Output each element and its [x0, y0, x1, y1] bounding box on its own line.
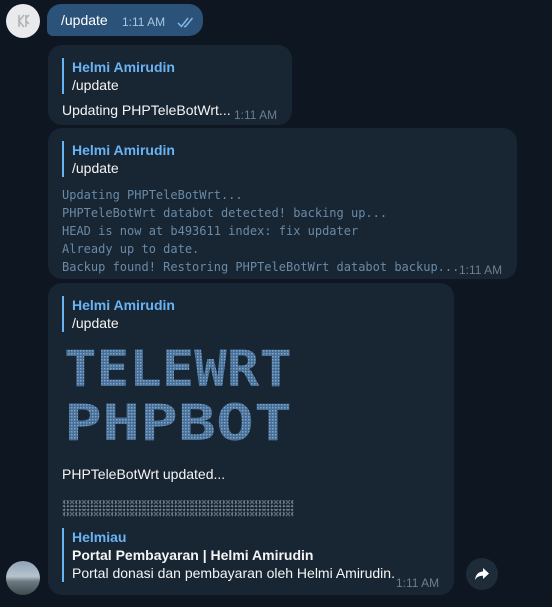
reply-quote[interactable]: Helmi Amirudin /update	[62, 141, 175, 177]
link-preview[interactable]: Helmiau Portal Pembayaran | Helmi Amirud…	[62, 528, 402, 582]
ascii-art-line: TELEWRT	[64, 340, 292, 398]
message-text: PHPTeleBotWrt updated...	[62, 466, 226, 482]
outgoing-message[interactable]: /update 1:11 AM	[47, 4, 203, 36]
bot-avatar[interactable]	[6, 4, 40, 38]
outgoing-time: 1:11 AM	[122, 15, 166, 29]
code-line: HEAD is now at b493611 index: fix update…	[62, 224, 359, 238]
preview-site-name: Helmiau	[72, 529, 127, 545]
reply-quote[interactable]: Helmi Amirudin /update	[62, 58, 175, 94]
message-bubble[interactable]: Helmi Amirudin /update Updating PHPTeleB…	[48, 128, 517, 279]
outgoing-text: /update	[61, 12, 108, 28]
code-block: Updating PHPTeleBotWrt... PHPTeleBotWrt d…	[62, 186, 459, 276]
double-check-icon	[177, 17, 194, 28]
sender-avatar[interactable]	[6, 561, 40, 595]
code-line: PHPTeleBotWrt databot detected! backing …	[62, 206, 388, 220]
bot-logo-icon	[18, 14, 30, 28]
message-time: 1:11 AM	[459, 263, 503, 277]
message-bubble[interactable]: Helmi Amirudin /update Updating PHPTeleB…	[48, 45, 292, 125]
code-line: Backup found! Restoring PHPTeleBotWrt da…	[62, 260, 460, 274]
forward-arrow-icon	[475, 568, 489, 580]
reply-quote[interactable]: Helmi Amirudin /update	[62, 296, 175, 332]
reply-text: /update	[72, 315, 119, 331]
message-time: 1:11 AM	[234, 108, 278, 122]
reply-sender: Helmi Amirudin	[72, 142, 175, 158]
preview-title: Portal Pembayaran | Helmi Amirudin	[72, 547, 314, 563]
code-line: Updating PHPTeleBotWrt...	[62, 188, 243, 202]
preview-description: Portal donasi dan pembayaran oleh Helmi …	[72, 565, 395, 581]
forward-button[interactable]	[466, 558, 498, 590]
ascii-art-banner: TELEWRT PHPBOT	[64, 340, 292, 446]
reply-sender: Helmi Amirudin	[72, 297, 175, 313]
ascii-art-line: PHPBOT	[64, 394, 292, 446]
reply-text: /update	[72, 160, 119, 176]
code-line: Already up to date.	[62, 242, 200, 256]
reply-text: /update	[72, 77, 119, 93]
message-time: 1:11 AM	[396, 576, 440, 590]
message-bubble[interactable]: Helmi Amirudin /update TELEWRT PHPBOT PH…	[48, 283, 454, 595]
spoiler-text[interactable]	[62, 500, 294, 517]
message-text: Updating PHPTeleBotWrt...	[62, 102, 231, 118]
reply-sender: Helmi Amirudin	[72, 59, 175, 75]
